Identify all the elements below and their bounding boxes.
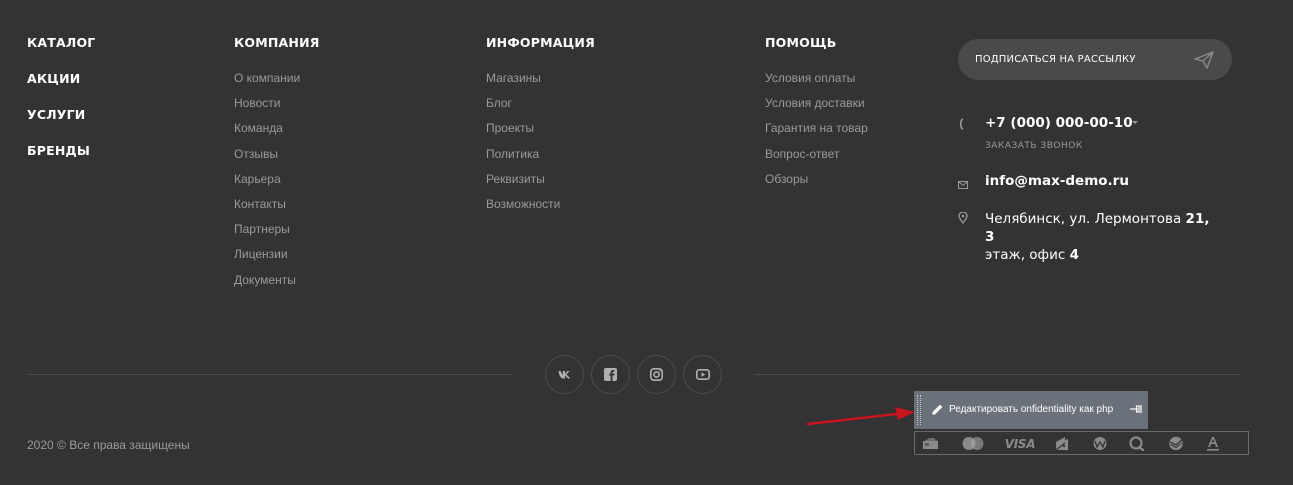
menu-item-about[interactable]: О компании (234, 71, 320, 96)
menu-item-faq[interactable]: Вопрос-ответ (765, 147, 868, 172)
menu-item-partners[interactable]: Партнеры (234, 222, 320, 247)
payment-methods: VISA (914, 431, 1249, 455)
nav-services[interactable]: УСЛУГИ (27, 107, 95, 143)
menu-item-policy[interactable]: Политика (486, 147, 595, 172)
qiwi-icon (1128, 436, 1146, 451)
cash-icon (922, 436, 940, 451)
callback-link[interactable]: ЗАКАЗАТЬ ЗВОНОК (985, 141, 1083, 151)
info-heading[interactable]: ИНФОРМАЦИЯ (486, 35, 595, 50)
location-pin-icon (958, 212, 968, 224)
menu-item-projects[interactable]: Проекты (486, 121, 595, 146)
help-heading[interactable]: ПОМОЩЬ (765, 35, 868, 50)
subscribe-label: ПОДПИСАТЬСЯ НА РАССЫЛКУ (975, 54, 1136, 65)
sberbank-icon (1167, 436, 1185, 451)
menu-item-delivery[interactable]: Условия доставки (765, 96, 868, 121)
help-menu: ПОМОЩЬ Условия оплаты Условия доставки Г… (765, 35, 868, 197)
menu-item-reviews-help[interactable]: Обзоры (765, 172, 868, 197)
menu-item-news[interactable]: Новости (234, 96, 320, 121)
menu-item-stores[interactable]: Магазины (486, 71, 595, 96)
menu-item-contacts[interactable]: Контакты (234, 197, 320, 222)
copyright-text: 2020 © Все права защищены (27, 438, 190, 452)
social-instagram-button[interactable] (637, 355, 676, 394)
address-line2-bold: 4 (1069, 247, 1079, 263)
instagram-icon (650, 368, 663, 381)
youtube-icon (695, 369, 710, 380)
nav-brands[interactable]: БРЕНДЫ (27, 143, 95, 179)
menu-item-team[interactable]: Команда (234, 121, 320, 146)
nav-catalog[interactable]: КАТАЛОГ (27, 35, 95, 71)
subscribe-button[interactable]: ПОДПИСАТЬСЯ НА РАССЫЛКУ (958, 39, 1232, 80)
company-heading[interactable]: КОМПАНИЯ (234, 35, 320, 50)
address-line2: этаж, офис (985, 247, 1070, 263)
company-menu: КОМПАНИЯ О компании Новости Команда Отзы… (234, 35, 320, 298)
menu-item-reviews[interactable]: Отзывы (234, 147, 320, 172)
address-line1: Челябинск, ул. Лермонтова (985, 211, 1186, 227)
facebook-icon (604, 368, 617, 381)
yandex-money-icon (1055, 436, 1069, 451)
annotation-arrow (806, 407, 915, 426)
drag-handle[interactable] (917, 395, 921, 425)
edit-component-panel[interactable]: Редактировать onfidentiality как php (914, 391, 1148, 429)
vk-icon (558, 371, 570, 379)
menu-item-requisites[interactable]: Реквизиты (486, 172, 595, 197)
social-vk-button[interactable] (545, 355, 584, 394)
nav-sales[interactable]: АКЦИИ (27, 71, 95, 107)
alfabank-icon (1206, 436, 1220, 451)
menu-item-documents[interactable]: Документы (234, 273, 320, 298)
social-facebook-button[interactable] (591, 355, 630, 394)
menu-item-career[interactable]: Карьера (234, 172, 320, 197)
menu-item-blog[interactable]: Блог (486, 96, 595, 121)
email-link[interactable]: info@max-demo.ru (985, 173, 1129, 189)
info-menu: ИНФОРМАЦИЯ Магазины Блог Проекты Политик… (486, 35, 595, 222)
menu-item-payment[interactable]: Условия оплаты (765, 71, 868, 96)
mail-icon (958, 181, 968, 189)
edit-panel-label: Редактировать onfidentiality как php (949, 404, 1114, 415)
visa-icon: VISA (1004, 436, 1036, 451)
menu-item-warranty[interactable]: Гарантия на товар (765, 121, 868, 146)
menu-item-licenses[interactable]: Лицензии (234, 247, 320, 272)
paper-plane-icon (1194, 51, 1214, 69)
menu-item-features[interactable]: Возможности (486, 197, 595, 222)
pencil-icon (932, 404, 943, 415)
social-youtube-button[interactable] (683, 355, 722, 394)
pin-icon[interactable] (1130, 404, 1142, 414)
divider-left (27, 374, 513, 375)
address-text: Челябинск, ул. Лермонтова 21, 3 этаж, оф… (985, 210, 1215, 264)
divider-right (754, 374, 1240, 375)
phone-number[interactable]: +7 (000) 000-00-10 (985, 115, 1133, 131)
mastercard-icon (961, 436, 985, 451)
phone-icon (959, 118, 964, 130)
chevron-down-icon[interactable] (1132, 121, 1138, 124)
webmoney-icon (1092, 436, 1108, 451)
catalog-nav: КАТАЛОГ АКЦИИ УСЛУГИ БРЕНДЫ (27, 35, 95, 179)
